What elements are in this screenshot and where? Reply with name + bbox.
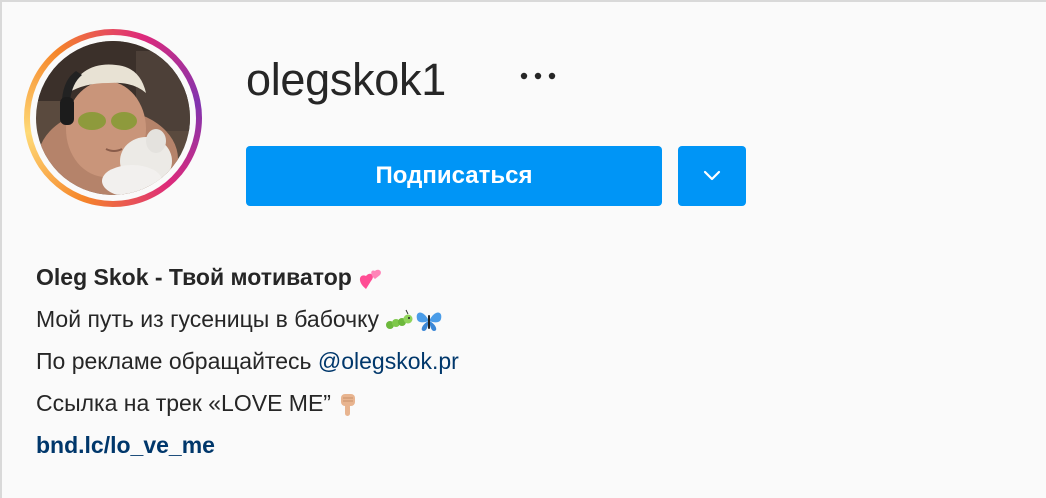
suggested-dropdown-button[interactable]	[678, 146, 746, 206]
avatar-ring-gap	[30, 35, 196, 201]
profile-bio: Oleg Skok - Твой мотиватор Мой путь из г…	[36, 256, 459, 466]
bio-full-name: Oleg Skok - Твой мотиватор	[36, 264, 352, 290]
bio-mention-link[interactable]: @olegskok.pr	[318, 348, 459, 374]
window-top-border	[0, 0, 1046, 2]
bio-line-5: bnd.lc/lo_ve_me	[36, 424, 459, 466]
bio-line-3: По рекламе обращайтесь @olegskok.pr	[36, 340, 459, 382]
avatar-photo	[36, 41, 190, 195]
bio-line-4: Ссылка на трек «LOVE ME”	[36, 382, 459, 424]
two-hearts-icon	[358, 267, 384, 291]
chevron-down-icon	[703, 170, 721, 181]
avatar[interactable]	[36, 41, 190, 195]
caterpillar-icon	[385, 309, 413, 333]
story-ring[interactable]	[24, 29, 202, 207]
butterfly-icon	[415, 309, 443, 333]
pointing-down-icon	[337, 392, 359, 418]
profile-username: olegskok1	[246, 54, 446, 105]
more-horizontal-icon[interactable]	[514, 64, 562, 88]
bio-external-link[interactable]: bnd.lc/lo_ve_me	[36, 432, 215, 458]
bio-text-4: Ссылка на трек «LOVE ME”	[36, 390, 331, 416]
bio-line-2: Мой путь из гусеницы в бабочку	[36, 298, 459, 340]
bio-text-2: Мой путь из гусеницы в бабочку	[36, 306, 379, 332]
window-left-border	[0, 0, 2, 498]
bio-text-3: По рекламе обращайтесь	[36, 348, 312, 374]
follow-button[interactable]: Подписаться	[246, 146, 662, 206]
bio-name-line: Oleg Skok - Твой мотиватор	[36, 256, 459, 298]
